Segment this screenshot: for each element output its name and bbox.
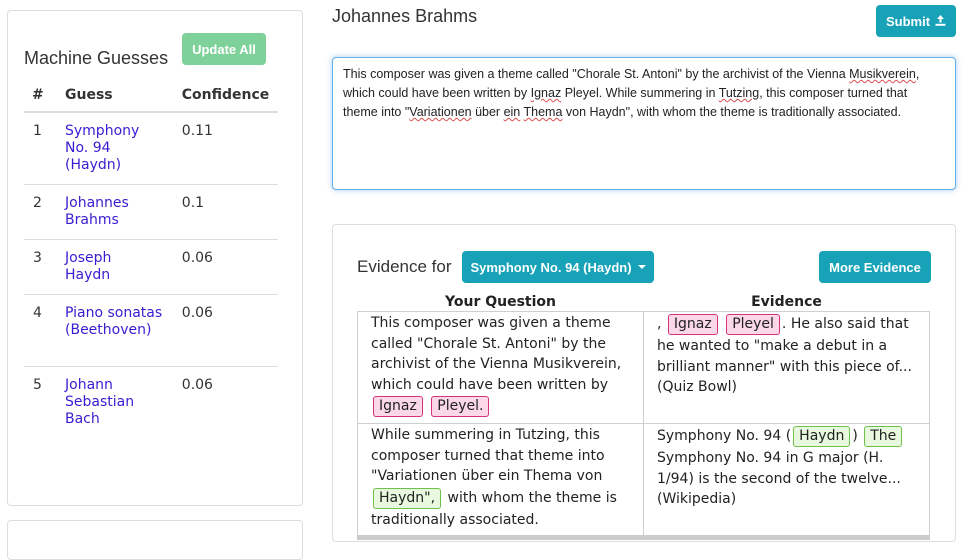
- evidence-dropdown[interactable]: Symphony No. 94 (Haydn): [462, 251, 654, 283]
- highlight-term: Pleyel: [726, 314, 780, 335]
- guess-confidence: 0.1: [173, 183, 278, 239]
- guess-num: 1: [24, 111, 57, 184]
- highlight-term: Ignaz: [373, 396, 423, 417]
- evidence-cell: , Ignaz Pleyel. He also said that he wan…: [643, 311, 930, 424]
- guess-link[interactable]: Piano sonatas (Beethoven): [65, 305, 165, 339]
- evidence-label: Evidence for: [357, 257, 452, 276]
- question-cell: While summering in Tutzing, this compose…: [357, 423, 644, 540]
- guess-confidence: 0.06: [173, 365, 278, 438]
- col-evidence: Evidence: [751, 294, 822, 310]
- guess-num: 3: [24, 238, 57, 294]
- highlight-term: The: [864, 426, 903, 447]
- guess-num: 2: [24, 183, 57, 239]
- guess-num: 4: [24, 293, 57, 366]
- guess-link[interactable]: Joseph Haydn: [65, 250, 135, 284]
- highlight-term: Haydn: [793, 426, 851, 447]
- caret-down-icon: [637, 265, 646, 269]
- table-row: 2 Johannes Brahms 0.1: [24, 183, 278, 239]
- table-row: 4 Piano sonatas (Beethoven) 0.06: [24, 293, 278, 366]
- evidence-dropdown-label: Symphony No. 94 (Haydn): [470, 259, 632, 275]
- evidence-table: Your Question Evidence This composer was…: [357, 292, 930, 540]
- guess-confidence: 0.11: [173, 111, 278, 184]
- header-confidence: Confidence: [173, 80, 278, 113]
- guesses-table: # Guess Confidence 1 Symphony No. 94 (Ha…: [24, 80, 278, 438]
- guess-confidence: 0.06: [173, 238, 278, 294]
- header-num: #: [24, 80, 57, 113]
- upload-icon: [935, 14, 946, 29]
- submit-button[interactable]: Submit: [876, 5, 956, 37]
- table-row: 3 Joseph Haydn 0.06: [24, 238, 278, 294]
- guesses-header-row: # Guess Confidence: [24, 80, 278, 113]
- guess-link[interactable]: Johann Sebastian Bach: [65, 377, 145, 428]
- question-textarea[interactable]: This composer was given a theme called "…: [332, 57, 956, 190]
- table-row: 5 Johann Sebastian Bach 0.06: [24, 365, 278, 438]
- table-row: This composer was given a theme called "…: [357, 311, 930, 424]
- answer-title: Johannes Brahms: [332, 6, 478, 26]
- question-cell: This composer was given a theme called "…: [357, 311, 644, 424]
- col-your-question: Your Question: [445, 294, 556, 310]
- table-row: While summering in Tutzing, this compose…: [357, 423, 930, 540]
- table-row: 1 Symphony No. 94 (Haydn) 0.11: [24, 111, 278, 184]
- highlight-term: Ignaz: [667, 314, 718, 335]
- machine-guesses-title: Machine Guesses: [24, 48, 169, 68]
- guess-confidence: 0.06: [173, 293, 278, 366]
- secondary-panel: [7, 520, 303, 560]
- header-guess: Guess: [57, 80, 174, 113]
- highlight-term: Pleyel.: [431, 396, 490, 417]
- guess-link[interactable]: Johannes Brahms: [65, 195, 145, 229]
- evidence-cell: Symphony No. 94 (Haydn) The Symphony No.…: [643, 423, 930, 540]
- more-evidence-button[interactable]: More Evidence: [819, 251, 931, 283]
- guess-link[interactable]: Symphony No. 94 (Haydn): [65, 123, 161, 174]
- guess-num: 5: [24, 365, 57, 438]
- update-all-button[interactable]: Update All: [182, 33, 266, 65]
- highlight-term: Haydn",: [373, 487, 442, 509]
- submit-label: Submit: [885, 13, 931, 29]
